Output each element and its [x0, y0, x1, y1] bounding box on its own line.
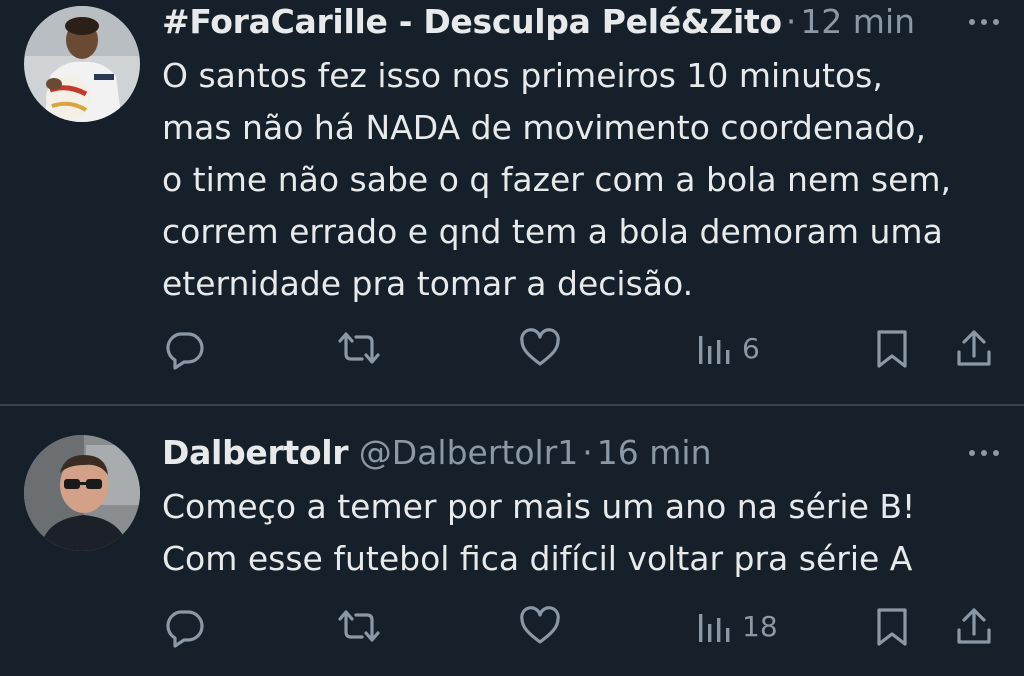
tweet-text-line: O santos fez isso nos primeiros 10 minut…	[162, 56, 883, 95]
action-bar: 6	[162, 323, 1002, 373]
bookmark-icon	[877, 608, 907, 646]
like-icon	[520, 606, 560, 644]
share-icon	[957, 608, 991, 644]
retweet-button[interactable]	[334, 323, 384, 373]
timestamp[interactable]: 12 min	[800, 2, 915, 41]
like-icon	[520, 328, 560, 366]
tweet-header: Dalbertolr @Dalbertolr1 · 16 min	[162, 433, 924, 473]
tweet-text: O santos fez isso nos primeiros 10 minut…	[162, 50, 1002, 310]
tweet-text: Começo a temer por mais um ano na série …	[162, 481, 1002, 585]
action-bar: 18	[162, 601, 1002, 651]
more-icon[interactable]	[966, 12, 1002, 32]
reply-icon	[166, 610, 204, 648]
like-button[interactable]	[518, 601, 562, 651]
views-icon	[699, 336, 730, 364]
reply-button[interactable]	[162, 323, 206, 373]
retweet-button[interactable]	[334, 601, 384, 651]
share-button[interactable]	[954, 323, 994, 373]
display-name[interactable]: Dalbertolr	[162, 433, 349, 472]
tweet[interactable]: #ForaCarille - Desculpa Pelé&Zito · 12 min…	[0, 0, 1024, 404]
timestamp[interactable]: 16 min	[597, 433, 712, 472]
share-button[interactable]	[954, 601, 994, 651]
tweet-text-line: o time não sabe o q fazer com a bola nem…	[162, 160, 952, 199]
views-count: 18	[742, 609, 778, 643]
tweet-text-line: Com esse futebol fica difícil voltar pra…	[162, 539, 913, 578]
separator: ·	[582, 433, 593, 472]
reply-button[interactable]	[162, 601, 206, 651]
views-button[interactable]: 6	[696, 323, 760, 373]
more-icon[interactable]	[966, 443, 1002, 463]
retweet-icon	[338, 332, 380, 364]
display-name[interactable]: #ForaCarille - Desculpa Pelé&Zito	[162, 2, 782, 41]
tweet-header: #ForaCarille - Desculpa Pelé&Zito · 12 min	[162, 2, 924, 42]
user-handle[interactable]: @Dalbertolr1	[359, 433, 578, 472]
reply-icon	[166, 332, 204, 370]
bookmark-button[interactable]	[872, 323, 912, 373]
tweet-text-line: Começo a temer por mais um ano na série …	[162, 487, 916, 526]
retweet-icon	[338, 610, 380, 642]
tweet-text-line: eternidade pra tomar a decisão.	[162, 264, 694, 303]
views-count: 6	[742, 331, 760, 365]
separator: ·	[785, 2, 797, 41]
avatar[interactable]	[24, 435, 140, 551]
like-button[interactable]	[518, 323, 562, 373]
avatar[interactable]	[24, 6, 140, 122]
share-icon	[957, 330, 991, 366]
bookmark-button[interactable]	[872, 601, 912, 651]
tweet-text-line: correm errado e qnd tem a bola demoram u…	[162, 212, 943, 251]
views-icon	[699, 614, 730, 642]
views-button[interactable]: 18	[696, 601, 778, 651]
tweet[interactable]: Dalbertolr @Dalbertolr1 · 16 min Começo a …	[0, 406, 1024, 676]
tweet-text-line: mas não há NADA de movimento coordenado,	[162, 108, 926, 147]
bookmark-icon	[877, 330, 907, 368]
